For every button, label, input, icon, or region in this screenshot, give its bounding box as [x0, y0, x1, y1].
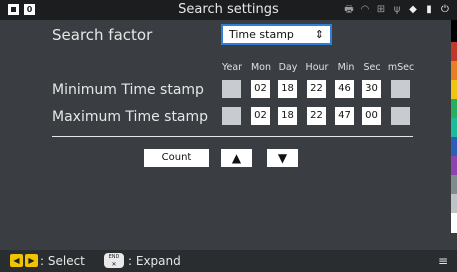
channel-color-swatch: [451, 175, 457, 194]
left-arrow-key-icon: ◀: [10, 254, 23, 267]
max-year-field[interactable]: [222, 107, 241, 125]
min-hour-field[interactable]: 22: [307, 80, 326, 98]
divider: [52, 136, 413, 137]
channel-color-swatch: [451, 213, 457, 233]
max-day-field[interactable]: 18: [278, 107, 297, 125]
min-min-field[interactable]: 46: [335, 80, 354, 98]
bottom-bar: ◀ ▶ : Select END ✕ : Expand ≡: [0, 250, 457, 272]
wifi-icon: ◠: [360, 4, 370, 15]
up-button[interactable]: ▲: [221, 149, 252, 167]
end-key-label: END: [108, 254, 120, 260]
column-header-hour: Hour: [305, 62, 329, 73]
status-bar: 0 Search settings 🖶 ◠ ⊞ ψ ◆ ▮ ⏻: [0, 0, 457, 20]
min-mon-field[interactable]: 02: [251, 80, 270, 98]
channel-color-swatch: [451, 194, 457, 213]
channel-color-swatch: [451, 137, 457, 156]
channel-color-swatch: [451, 42, 457, 61]
minimum-time-stamp-label: Minimum Time stamp: [52, 82, 204, 98]
menu-icon[interactable]: ≡: [438, 254, 448, 268]
bluetooth-icon: ◆: [409, 4, 417, 15]
printer-icon: 🖶: [344, 4, 354, 15]
end-key-symbol: ✕: [111, 261, 117, 268]
end-key-icon: END ✕: [104, 253, 124, 268]
chevron-up-down-icon: ⇕: [314, 28, 324, 41]
down-button[interactable]: ▼: [267, 149, 298, 167]
column-header-mon: Mon: [250, 62, 272, 73]
max-msec-field[interactable]: [391, 107, 410, 125]
channel-color-swatch: [451, 156, 457, 175]
channel-color-swatch: [451, 20, 457, 42]
search-factor-value: Time stamp: [229, 28, 294, 41]
right-arrow-key-icon: ▶: [25, 254, 38, 267]
select-hint: : Select: [40, 254, 85, 268]
max-min-field[interactable]: 47: [335, 107, 354, 125]
column-header-msec: mSec: [387, 62, 415, 73]
count-button[interactable]: Count: [144, 149, 209, 167]
min-sec-field[interactable]: 30: [362, 80, 381, 98]
search-factor-label: Search factor: [52, 26, 153, 44]
channel-color-swatch: [451, 99, 457, 118]
column-header-sec: Sec: [363, 62, 381, 73]
channel-color-strip: [451, 20, 457, 250]
sd-card-icon: ▮: [426, 4, 432, 15]
search-factor-select[interactable]: Time stamp ⇕: [221, 24, 332, 45]
network-icon: ⊞: [376, 4, 386, 15]
max-mon-field[interactable]: 02: [251, 107, 270, 125]
status-icons: 🖶 ◠ ⊞ ψ ◆ ▮ ⏻: [343, 3, 451, 17]
max-sec-field[interactable]: 00: [362, 107, 381, 125]
column-header-year: Year: [221, 62, 243, 73]
max-hour-field[interactable]: 22: [307, 107, 326, 125]
min-msec-field[interactable]: [391, 80, 410, 98]
channel-color-swatch: [451, 61, 457, 80]
expand-hint: : Expand: [128, 254, 181, 268]
plug-icon: ⏻: [441, 4, 449, 15]
channel-color-swatch: [451, 80, 457, 99]
maximum-time-stamp-label: Maximum Time stamp: [52, 109, 209, 125]
column-header-day: Day: [278, 62, 298, 73]
min-day-field[interactable]: 18: [278, 80, 297, 98]
channel-color-swatch: [451, 118, 457, 137]
min-year-field[interactable]: [222, 80, 241, 98]
usb-icon: ψ: [393, 4, 401, 15]
